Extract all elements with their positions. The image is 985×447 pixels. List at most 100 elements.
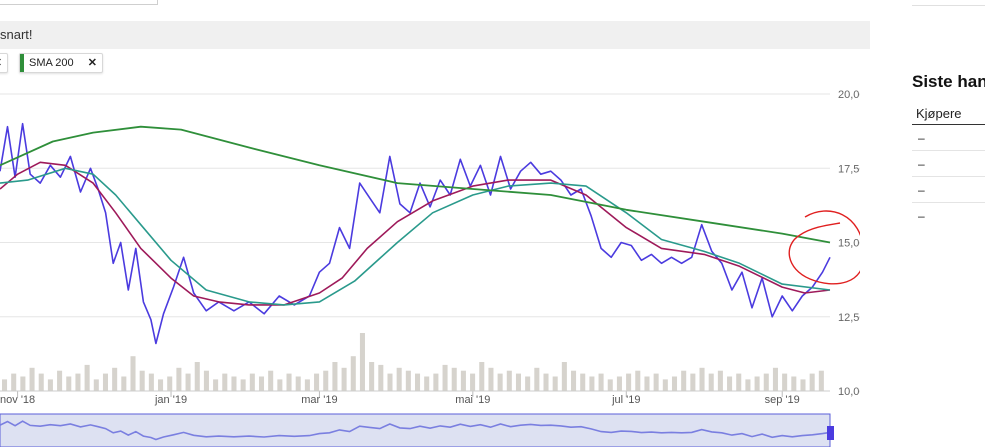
y-tick-label: 12,50 <box>838 312 860 324</box>
volume-bar <box>635 370 641 391</box>
volume-bar <box>20 376 26 391</box>
volume-bar <box>121 376 127 391</box>
x-tick-label: nov '18 <box>0 394 35 406</box>
volume-bar <box>479 362 485 391</box>
volume-bar <box>699 367 705 391</box>
volume-bar <box>75 373 81 391</box>
side-row: – <box>918 131 925 145</box>
legend-swatch <box>20 54 24 72</box>
volume-bar <box>249 373 255 391</box>
side-row: – <box>918 157 925 171</box>
volume-bar <box>616 376 622 391</box>
volume-bar <box>387 373 393 391</box>
side-panel-title: Siste han <box>912 72 985 91</box>
volume-bar <box>763 373 769 391</box>
volume-bar <box>424 376 430 391</box>
x-tick-label: jul '19 <box>611 394 640 406</box>
indicator-chip[interactable]: ✕ <box>0 53 8 73</box>
volume-bar <box>818 370 824 391</box>
volume-bar <box>754 376 760 391</box>
volume-bar <box>378 364 384 391</box>
volume-bar <box>222 373 228 391</box>
volume-bar <box>213 379 219 391</box>
volume-bar <box>525 376 531 391</box>
x-tick-label: sep '19 <box>765 394 800 406</box>
volume-bar <box>506 370 512 391</box>
close-icon[interactable]: ✕ <box>0 54 2 72</box>
divider <box>912 124 985 125</box>
volume-bar <box>158 379 164 391</box>
y-tick-label: 20,00 <box>838 89 860 101</box>
notice-text: snart! <box>0 27 33 42</box>
volume-bar <box>460 370 466 391</box>
volume-bar <box>405 370 411 391</box>
indicator-chip-sma200[interactable]: SMA 200 ✕ <box>19 53 103 73</box>
volume-bar <box>488 367 494 391</box>
volume-bar <box>690 373 696 391</box>
volume-bar <box>534 367 540 391</box>
volume-bar <box>240 379 246 391</box>
volume-bar <box>93 379 99 391</box>
volume-bar <box>332 362 338 391</box>
volume-bar <box>717 370 723 391</box>
volume-bar <box>515 373 522 391</box>
y-tick-label: 10,00 <box>838 386 860 398</box>
panel-divider <box>912 5 985 6</box>
volume-bar <box>350 356 356 391</box>
volume-bar <box>2 379 8 391</box>
volume-bar <box>139 370 145 391</box>
volume-bar <box>359 333 365 391</box>
volume-bar <box>314 373 320 391</box>
volume-bar <box>84 364 90 391</box>
volume-bar <box>11 373 17 391</box>
volume-bar <box>304 379 310 391</box>
y-tick-label: 15,00 <box>838 238 860 250</box>
volume-bar <box>671 376 678 391</box>
volume-bar <box>543 373 549 391</box>
search-input[interactable] <box>0 0 158 5</box>
volume-bar <box>194 362 200 391</box>
volume-bar <box>451 367 457 391</box>
x-tick-label: mar '19 <box>301 394 337 406</box>
volume-bar <box>341 367 347 391</box>
volume-bar <box>295 376 301 391</box>
volume-bar <box>681 370 687 391</box>
volume-bar <box>561 362 567 391</box>
volume-bar <box>167 376 173 391</box>
volume-bar <box>442 364 448 391</box>
volume-bar <box>29 367 35 391</box>
navigator-handle[interactable] <box>827 426 834 440</box>
volume-bar <box>552 376 558 391</box>
volume-bar <box>176 367 182 391</box>
close-icon[interactable]: ✕ <box>88 54 97 72</box>
notice-bar: snart! <box>0 21 870 49</box>
volume-bar <box>470 373 476 391</box>
x-tick-label: mai '19 <box>455 394 490 406</box>
volume-bar <box>745 379 751 391</box>
volume-bar <box>800 379 806 391</box>
divider <box>912 202 985 203</box>
volume-bar <box>185 373 191 391</box>
volume-bar <box>644 376 650 391</box>
volume-bar <box>38 373 44 391</box>
volume-bar <box>47 379 53 391</box>
volume-bar <box>727 376 733 391</box>
volume-bar <box>772 367 778 391</box>
indicator-chip-label: SMA 200 <box>29 57 74 69</box>
volume-bar <box>433 373 439 391</box>
price-chart[interactable]: 20,00 17,50 15,00 12,50 10,00 nov '18 jan '19… <box>0 75 860 447</box>
volume-bar <box>598 373 604 391</box>
volume-bar <box>396 367 402 391</box>
volume-bar <box>415 373 421 391</box>
side-row: – <box>918 183 925 197</box>
volume-bar <box>323 370 329 391</box>
volume-bar <box>662 379 668 391</box>
volume-bar <box>66 376 72 391</box>
volume-bar <box>286 373 292 391</box>
volume-bar <box>809 373 815 391</box>
volume-bar <box>736 373 742 391</box>
volume-bar <box>130 356 136 391</box>
divider <box>912 176 985 177</box>
divider <box>912 150 985 151</box>
volume-bar <box>589 376 595 391</box>
